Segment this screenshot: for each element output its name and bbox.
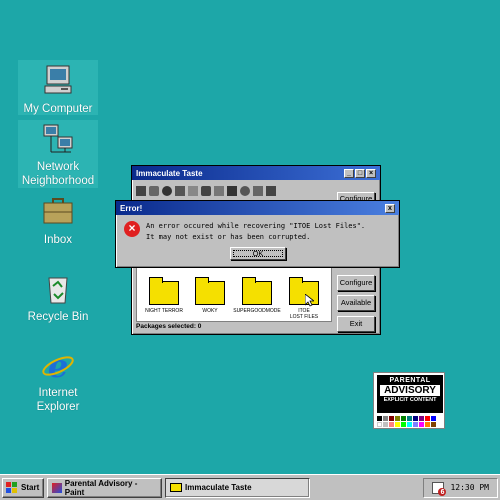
desktop-icon-internet-explorer[interactable]: e Internet Explorer <box>18 347 98 414</box>
briefcase-icon <box>41 195 75 229</box>
folder-icon[interactable] <box>149 277 179 305</box>
folder-icon[interactable] <box>289 277 319 305</box>
desktop-icon-recycle-bin[interactable]: Recycle Bin <box>18 272 98 324</box>
toolbar-tool-icon[interactable] <box>149 186 159 196</box>
ok-button[interactable]: OK <box>230 247 286 260</box>
folder-label: LOST FILES <box>289 314 319 320</box>
configure-button[interactable]: Configure <box>337 275 375 291</box>
album-text: EXPLICIT CONTENT <box>383 397 437 403</box>
task-immaculate-taste[interactable]: Immaculate Taste <box>165 477 310 498</box>
error-message-line: An error occured while recovering "ITOE … <box>146 222 366 230</box>
taskbar: Start Parental Advisory - Paint Immacula… <box>0 474 500 500</box>
internet-explorer-icon: e <box>41 347 75 385</box>
start-label: Start <box>21 483 40 492</box>
error-icon: × <box>124 221 140 237</box>
exit-button[interactable]: Exit <box>337 316 375 332</box>
toolbar-tool-icon[interactable] <box>201 186 211 196</box>
desktop-icon-inbox[interactable]: Inbox <box>18 195 98 247</box>
desktop-icon-label: Network <box>36 161 80 173</box>
album-text: ADVISORY <box>380 385 440 396</box>
available-button[interactable]: Available <box>337 295 375 311</box>
desktop-icon-label: Inbox <box>43 234 73 246</box>
toolbar <box>136 183 306 199</box>
error-dialog-title: Error! <box>120 203 143 213</box>
toolbar-tool-icon[interactable] <box>227 186 237 196</box>
album-cover: PARENTAL ADVISORY EXPLICIT CONTENT <box>377 375 443 413</box>
toolbar-tool-icon[interactable] <box>162 186 172 196</box>
error-message-line: It may not exist or has been corrupted. <box>146 233 311 241</box>
desktop-icon-network[interactable]: Network Neighborhood <box>18 120 98 188</box>
folder-label: SUPERGOODMODE <box>233 308 281 314</box>
system-tray: 6 12:30 PM <box>423 477 498 498</box>
error-message: An error occured while recovering "ITOE … <box>146 221 365 243</box>
main-window-title: Immaculate Taste <box>136 168 203 178</box>
computer-icon <box>41 64 75 98</box>
toolbar-tool-icon[interactable] <box>188 186 198 196</box>
desktop-icon-label: Internet <box>38 387 78 399</box>
windows-logo-icon <box>6 481 17 493</box>
app-icon <box>170 483 182 492</box>
toolbar-tool-icon[interactable] <box>266 186 276 196</box>
toolbar-tool-icon[interactable] <box>175 186 185 196</box>
status-bar: Packages selected: 0 <box>136 323 201 330</box>
tray-badge: 6 <box>438 487 447 496</box>
svg-text:e: e <box>48 348 68 382</box>
desktop-icon-label: My Computer <box>23 103 93 115</box>
toolbar-tool-icon[interactable] <box>214 186 224 196</box>
minimize-button[interactable]: _ <box>344 168 354 178</box>
task-label: Parental Advisory - Paint <box>64 478 138 497</box>
error-dialog-titlebar[interactable]: Error! x <box>116 201 399 215</box>
close-button[interactable]: × <box>366 168 376 178</box>
paint-palette[interactable] <box>377 416 436 427</box>
desktop-icon-label: Recycle Bin <box>27 311 89 323</box>
desktop-icon-label: Neighborhood <box>21 175 95 187</box>
clock[interactable]: 12:30 PM <box>450 483 489 492</box>
toolbar-tool-icon[interactable] <box>240 186 250 196</box>
task-label: Immaculate Taste <box>185 483 252 492</box>
album-cover-window[interactable]: PARENTAL ADVISORY EXPLICIT CONTENT <box>373 372 445 429</box>
paint-icon <box>52 482 62 493</box>
main-window-titlebar[interactable]: Immaculate Taste _ □ × <box>132 166 380 180</box>
start-button[interactable]: Start <box>2 477 44 498</box>
folder-icon[interactable] <box>242 277 272 305</box>
album-text: PARENTAL <box>389 377 431 384</box>
toolbar-tool-icon[interactable] <box>253 186 263 196</box>
folder-label: NIGHT TERROR <box>145 308 183 314</box>
package-panel: NIGHT TERROR WOKY SUPERGOODMODE ITOE LOS… <box>136 266 332 322</box>
toolbar-tool-icon[interactable] <box>136 186 146 196</box>
status-text: Packages selected: 0 <box>136 323 202 330</box>
desktop-icon-my-computer[interactable]: My Computer <box>18 60 98 115</box>
maximize-button[interactable]: □ <box>355 168 365 178</box>
folder-label: WOKY <box>202 308 218 314</box>
error-dialog: Error! x × An error occured while recove… <box>115 200 400 268</box>
close-button[interactable]: x <box>385 203 395 213</box>
tray-app-icon[interactable]: 6 <box>432 481 447 496</box>
recycle-bin-icon <box>41 272 75 306</box>
cursor-icon <box>305 294 314 307</box>
desktop-icon-label: Explorer <box>36 401 80 413</box>
task-paint[interactable]: Parental Advisory - Paint <box>47 477 162 498</box>
folder-icon[interactable] <box>195 277 225 305</box>
network-icon <box>41 122 75 156</box>
